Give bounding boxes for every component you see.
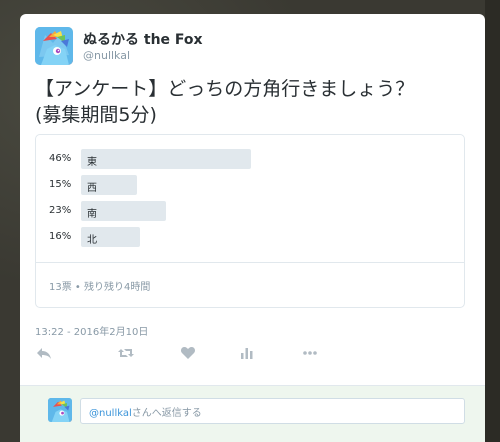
tweet-text: 【アンケート】どっちの方角行きましょう？ (募集期間5分) [35, 76, 475, 128]
poll-divider [36, 262, 464, 263]
analytics-icon [241, 348, 253, 359]
poll-choice: 15% 西 [49, 175, 449, 197]
tweet-header: ぬるかる the Fox @nullkal [35, 27, 455, 67]
poll-choice-percent: 23% [49, 205, 72, 216]
poll-choice-label: 北 [87, 235, 97, 246]
poll-choice-percent: 46% [49, 153, 72, 164]
like-button[interactable] [179, 344, 197, 362]
user-avatar[interactable] [35, 27, 73, 65]
reply-mention: @nullkal [89, 408, 132, 419]
screen-name[interactable]: @nullkal [83, 49, 130, 62]
reply-area: @nullkalさんへ返信する [20, 385, 485, 442]
tweet-text-line-2: (募集期間5分) [35, 104, 157, 126]
poll-choice-label: 東 [87, 157, 97, 168]
display-name[interactable]: ぬるかる the Fox [83, 29, 203, 49]
poll-choice-percent: 15% [49, 179, 72, 190]
poll-choice: 46% 東 [49, 149, 449, 171]
poll-choice: 16% 北 [49, 227, 449, 249]
tweet-timestamp[interactable]: 13:22 - 2016年2月10日 [35, 323, 148, 338]
poll-choice-label: 西 [87, 183, 97, 194]
tweet-actions [35, 344, 335, 364]
tweet-card: ぬるかる the Fox @nullkal 【アンケート】どっちの方角行きましょ… [20, 14, 485, 442]
reply-input[interactable]: @nullkalさんへ返信する [80, 398, 465, 424]
heart-icon [180, 347, 196, 359]
poll-choice-percent: 16% [49, 231, 72, 242]
poll-choice: 23% 南 [49, 201, 449, 223]
retweet-button[interactable] [117, 344, 135, 362]
reply-placeholder: さんへ返信する [131, 408, 202, 419]
tweet-text-line-1: 【アンケート】どっちの方角行きましょう？ [35, 78, 415, 100]
more-button[interactable] [301, 344, 319, 362]
poll-card: 46% 東 15% 西 23% 南 16% 北 13票 • 残り残り4時間 [35, 134, 465, 308]
current-user-avatar [48, 398, 72, 422]
reply-button[interactable] [35, 344, 53, 362]
analytics-button[interactable] [238, 344, 256, 362]
retweet-icon [118, 349, 134, 357]
poll-footer: 13票 • 残り残り4時間 [49, 282, 151, 293]
scrollbar-track[interactable] [485, 0, 500, 442]
more-icon [303, 351, 317, 355]
poll-choice-label: 南 [87, 209, 97, 220]
reply-icon [37, 348, 51, 359]
poll-choice-bar [81, 149, 251, 169]
